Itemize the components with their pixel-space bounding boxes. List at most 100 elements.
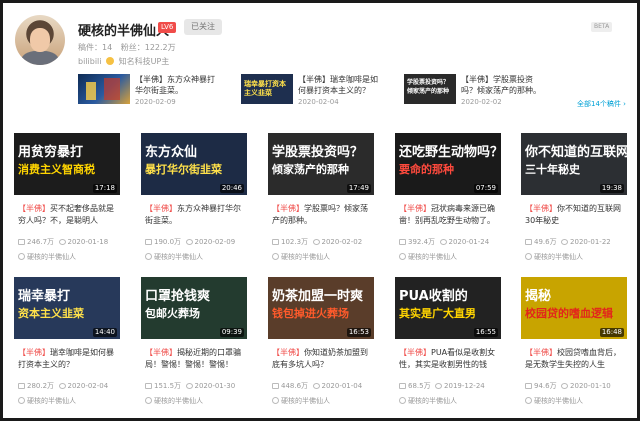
author-icon bbox=[399, 253, 406, 260]
video-meta: 392.4万 2020-01-24 bbox=[399, 237, 489, 247]
bilibili-label: bilibili bbox=[78, 57, 102, 66]
recent-date: 2020-02-09 bbox=[135, 98, 176, 106]
uploader-name[interactable]: 硬核的半佛仙人 bbox=[78, 20, 169, 39]
thumbnail-caption-line2: 三十年秘史 bbox=[525, 163, 580, 176]
recent-item[interactable]: 【半佛】东方众神暴打华尔街韭菜。 2020-02-09 bbox=[78, 72, 228, 108]
video-card[interactable]: 学股票投资吗？ 倾家荡产的那种 17:49 【半佛】学股票吗？倾家荡产的那种。 … bbox=[268, 133, 374, 273]
video-title[interactable]: 【半佛】你不知道的互联网30年秘史 bbox=[525, 203, 625, 227]
recent-thumbnail[interactable]: 瑞幸暴打资本主义韭菜 bbox=[241, 74, 293, 104]
video-title[interactable]: 【半佛】揭秘近期的口罩骗局！警惕！警惕！警惕！ bbox=[145, 347, 245, 371]
video-count: 稿件：14 bbox=[78, 43, 113, 52]
follow-button[interactable]: 已关注 bbox=[184, 19, 222, 35]
video-duration: 16:48 bbox=[599, 328, 624, 337]
all-videos-link[interactable]: 全部14个稿件 › bbox=[577, 99, 626, 109]
video-card[interactable]: 还吃野生动物吗？ 要命的那种 07:59 【半佛】冠状病毒来源已确凿！别再乱吃野… bbox=[395, 133, 501, 273]
video-author[interactable]: 硬核的半佛仙人 bbox=[525, 396, 583, 406]
video-thumbnail[interactable]: 口罩抢钱爽 包邮火葬场 09:39 bbox=[141, 277, 247, 339]
recent-thumbnail[interactable]: 学股票投资吗？倾家荡产的那种 bbox=[404, 74, 456, 104]
video-card[interactable]: 瑞幸暴打 资本主义韭菜 14:40 【半佛】瑞幸咖啡是如何暴打资本主义的？ 28… bbox=[14, 277, 120, 417]
play-count-icon bbox=[399, 383, 406, 389]
play-count-icon bbox=[272, 383, 279, 389]
video-thumbnail[interactable]: 东方众仙 暴打华尔街韭菜 20:46 bbox=[141, 133, 247, 195]
view-count: 280.2万 bbox=[27, 382, 55, 390]
video-author[interactable]: 硬核的半佛仙人 bbox=[525, 252, 583, 262]
video-card[interactable]: PUA收割的 其实是广大直男 16:55 【半佛】PUA看似是收割女性，其实是收… bbox=[395, 277, 501, 417]
video-author[interactable]: 硬核的半佛仙人 bbox=[272, 252, 330, 262]
recent-videos-strip: 【半佛】东方众神暴打华尔街韭菜。 2020-02-09 瑞幸暴打资本主义韭菜 【… bbox=[78, 72, 638, 108]
video-thumbnail[interactable]: 揭秘 校园贷的嗜血逻辑 16:48 bbox=[521, 277, 627, 339]
clock-icon bbox=[561, 239, 569, 245]
video-meta: 280.2万 2020-02-04 bbox=[18, 381, 108, 391]
thumbnail-caption-line1: 你不知道的互联网 bbox=[525, 145, 627, 160]
video-card[interactable]: 你不知道的互联网 三十年秘史 19:38 【半佛】你不知道的互联网30年秘史 4… bbox=[521, 133, 627, 273]
author-name: 硬核的半佛仙人 bbox=[281, 253, 330, 261]
video-author[interactable]: 硬核的半佛仙人 bbox=[18, 396, 76, 406]
video-title[interactable]: 【半佛】PUA看似是收割女性，其实是收割男性的钱 bbox=[399, 347, 499, 371]
upload-date: 2019-12-24 bbox=[444, 382, 485, 390]
recent-title[interactable]: 【半佛】瑞幸咖啡是如何暴打资本主义的？ bbox=[298, 74, 380, 96]
author-name: 硬核的半佛仙人 bbox=[408, 397, 457, 405]
avatar[interactable] bbox=[15, 15, 65, 65]
view-count: 151.5万 bbox=[154, 382, 182, 390]
video-meta: 49.6万 2020-01-22 bbox=[525, 237, 611, 247]
video-author[interactable]: 硬核的半佛仙人 bbox=[272, 396, 330, 406]
video-duration: 17:49 bbox=[346, 184, 371, 193]
video-thumbnail[interactable]: 你不知道的互联网 三十年秘史 19:38 bbox=[521, 133, 627, 195]
video-title-tag: 【半佛】 bbox=[399, 204, 431, 213]
thumbnail-caption-line1: 学股票投资吗？ bbox=[272, 145, 364, 160]
video-author[interactable]: 硬核的半佛仙人 bbox=[145, 396, 203, 406]
play-count-icon bbox=[525, 239, 532, 245]
avatar-body-shape bbox=[21, 51, 59, 65]
video-title[interactable]: 【半佛】校园贷嗜血背后，是无数学生失控的人生 bbox=[525, 347, 625, 371]
clock-icon bbox=[312, 239, 320, 245]
video-author[interactable]: 硬核的半佛仙人 bbox=[145, 252, 203, 262]
view-count: 68.5万 bbox=[408, 382, 431, 390]
video-title[interactable]: 【半佛】东方众神暴打华尔街韭菜。 bbox=[145, 203, 245, 227]
thumbnail-caption-line2: 其实是广大直男 bbox=[399, 307, 476, 320]
fan-count: 粉丝：122.2万 bbox=[120, 43, 176, 52]
thumbnail-caption-line2: 包邮火葬场 bbox=[145, 307, 200, 320]
play-count-icon bbox=[525, 383, 532, 389]
verified-icon bbox=[106, 57, 115, 65]
video-author[interactable]: 硬核的半佛仙人 bbox=[399, 252, 457, 262]
clock-icon bbox=[439, 239, 447, 245]
video-card[interactable]: 奶茶加盟一时爽 钱包掉进火葬场 16:53 【半佛】你知道奶茶加盟到底有多坑人吗… bbox=[268, 277, 374, 417]
video-meta: 151.5万 2020-01-30 bbox=[145, 381, 235, 391]
recent-item[interactable]: 瑞幸暴打资本主义韭菜 【半佛】瑞幸咖啡是如何暴打资本主义的？ 2020-02-0… bbox=[241, 72, 391, 108]
thumbnail-caption-line2: 要命的那种 bbox=[399, 163, 454, 176]
video-title[interactable]: 【半佛】瑞幸咖啡是如何暴打资本主义的？ bbox=[18, 347, 118, 371]
video-author[interactable]: 硬核的半佛仙人 bbox=[18, 252, 76, 262]
recent-title[interactable]: 【半佛】东方众神暴打华尔街韭菜。 bbox=[135, 74, 217, 96]
author-icon bbox=[525, 253, 532, 260]
video-duration: 09:39 bbox=[219, 328, 244, 337]
video-thumbnail[interactable]: 奶茶加盟一时爽 钱包掉进火葬场 16:53 bbox=[268, 277, 374, 339]
video-card[interactable]: 用贫穷暴打 消费主义智商税 17:18 【半佛】买不起奢侈品就是穷人吗？不，是聪… bbox=[14, 133, 120, 273]
video-author[interactable]: 硬核的半佛仙人 bbox=[399, 396, 457, 406]
video-thumbnail[interactable]: PUA收割的 其实是广大直男 16:55 bbox=[395, 277, 501, 339]
video-duration: 16:53 bbox=[346, 328, 371, 337]
video-title[interactable]: 【半佛】学股票吗？倾家荡产的那种。 bbox=[272, 203, 372, 227]
author-icon bbox=[525, 397, 532, 404]
upload-date: 2020-02-02 bbox=[321, 238, 363, 246]
recent-title[interactable]: 【半佛】学股票投资吗？倾家荡产的那种。 bbox=[461, 74, 543, 96]
video-title[interactable]: 【半佛】买不起奢侈品就是穷人吗？不，是聪明人 bbox=[18, 203, 118, 227]
video-title[interactable]: 【半佛】你知道奶茶加盟到底有多坑人吗？ bbox=[272, 347, 372, 371]
video-card[interactable]: 揭秘 校园贷的嗜血逻辑 16:48 【半佛】校园贷嗜血背后，是无数学生失控的人生… bbox=[521, 277, 627, 417]
video-thumbnail[interactable]: 还吃野生动物吗？ 要命的那种 07:59 bbox=[395, 133, 501, 195]
author-name: 硬核的半佛仙人 bbox=[534, 253, 583, 261]
video-thumbnail[interactable]: 用贫穷暴打 消费主义智商税 17:18 bbox=[14, 133, 120, 195]
view-count: 94.6万 bbox=[534, 382, 557, 390]
recent-item[interactable]: 学股票投资吗？倾家荡产的那种 【半佛】学股票投资吗？倾家荡产的那种。 2020-… bbox=[404, 72, 554, 108]
video-meta: 190.0万 2020-02-09 bbox=[145, 237, 235, 247]
thumbnail-caption-line2: 消费主义智商税 bbox=[18, 163, 95, 176]
thumbnail-caption-line2: 校园贷的嗜血逻辑 bbox=[525, 307, 613, 320]
recent-thumbnail[interactable] bbox=[78, 74, 130, 104]
clock-icon bbox=[185, 239, 193, 245]
thumbnail-caption-line1: PUA收割的 bbox=[399, 289, 468, 304]
video-title[interactable]: 【半佛】冠状病毒来源已确凿！别再乱吃野生动物了。 bbox=[399, 203, 499, 227]
video-thumbnail[interactable]: 瑞幸暴打 资本主义韭菜 14:40 bbox=[14, 277, 120, 339]
video-thumbnail[interactable]: 学股票投资吗？ 倾家荡产的那种 17:49 bbox=[268, 133, 374, 195]
author-icon bbox=[272, 397, 279, 404]
video-card[interactable]: 口罩抢钱爽 包邮火葬场 09:39 【半佛】揭秘近期的口罩骗局！警惕！警惕！警惕… bbox=[141, 277, 247, 417]
video-card[interactable]: 东方众仙 暴打华尔街韭菜 20:46 【半佛】东方众神暴打华尔街韭菜。 190.… bbox=[141, 133, 247, 273]
